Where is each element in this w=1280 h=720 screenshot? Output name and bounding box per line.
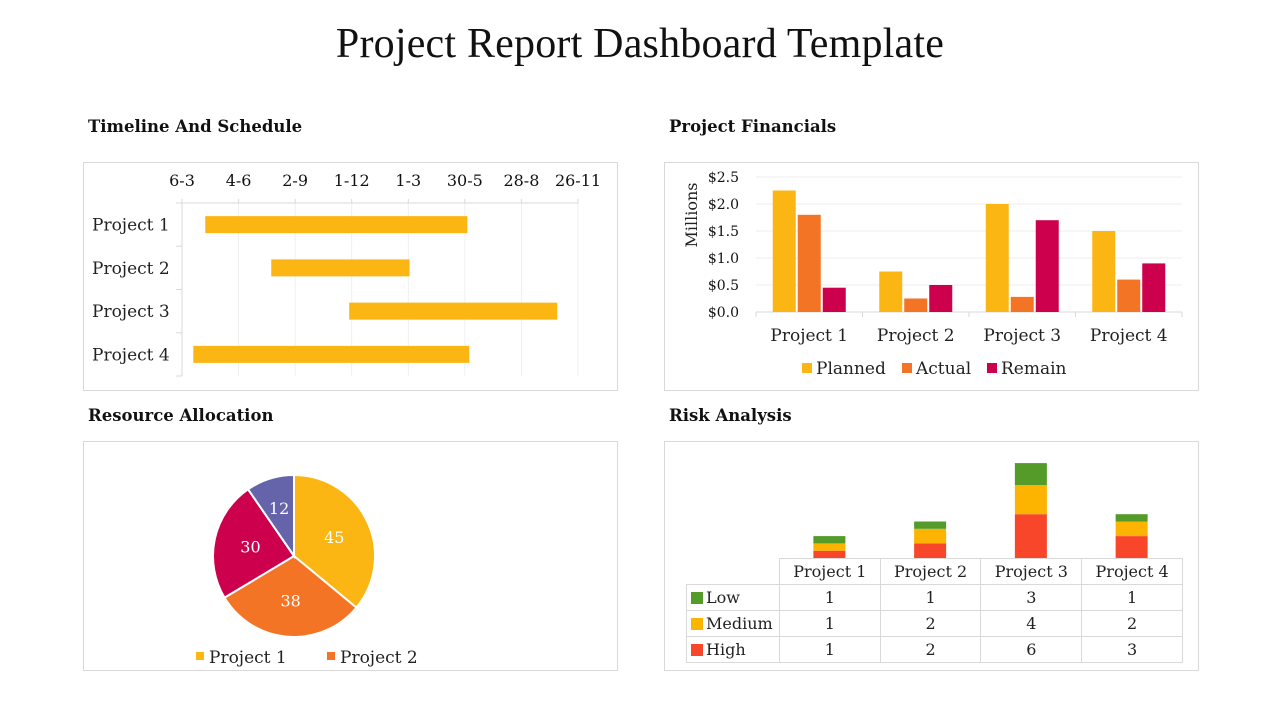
risk-table-cell: 1: [778, 584, 881, 611]
risk-table-cell: 4: [980, 610, 1083, 637]
risk-table-row: High 1 2 6 3: [686, 636, 1183, 663]
risk-bar-low: [1115, 514, 1148, 522]
risk-table-row: Medium 1 2 4 2: [686, 610, 1183, 637]
risk-legend-swatch: [691, 618, 703, 630]
risk-table-cell: 2: [879, 636, 982, 663]
risk-table-row: Low 1 1 3 1: [686, 584, 1183, 611]
risk-data-table: Project 1 Project 2 Project 3 Project 4 Low 1…: [686, 558, 1183, 663]
risk-bar-medium: [1014, 485, 1047, 515]
risk-legend-swatch: [691, 644, 703, 656]
risk-bar-medium: [813, 543, 846, 551]
risk-table-cell: 2: [1081, 610, 1183, 637]
risk-table-cell: 2: [879, 610, 982, 637]
risk-level-name: Medium: [706, 614, 773, 633]
risk-table-cell: 1: [1081, 584, 1183, 611]
risk-table-column-header: Project 2: [879, 558, 982, 585]
risk-bar-low: [813, 536, 846, 544]
risk-level-name: High: [706, 640, 746, 659]
risk-table-cell: 6: [980, 636, 1083, 663]
risk-bar-high: [1014, 514, 1047, 558]
risk-table-corner: [686, 558, 780, 585]
risk-table-cell: 1: [778, 610, 881, 637]
risk-table-row-label: High: [686, 636, 780, 663]
risk-table-cell: 1: [879, 584, 982, 611]
risk-table-header-row: Project 1 Project 2 Project 3 Project 4: [686, 558, 1183, 585]
risk-bar-high: [1115, 536, 1148, 558]
risk-table-row-label: Medium: [686, 610, 780, 637]
risk-table-column-header: Project 4: [1081, 558, 1183, 585]
risk-table-cell: 1: [778, 636, 881, 663]
risk-bar-low: [914, 521, 947, 529]
risk-bar-high: [813, 550, 846, 558]
risk-table-column-header: Project 3: [980, 558, 1083, 585]
risk-table-cell: 3: [980, 584, 1083, 611]
risk-bar-medium: [914, 528, 947, 544]
risk-level-name: Low: [706, 588, 740, 607]
risk-bar-medium: [1115, 521, 1148, 537]
risk-table-column-header: Project 1: [778, 558, 881, 585]
risk-table-cell: 3: [1081, 636, 1183, 663]
risk-table-row-label: Low: [686, 584, 780, 611]
risk-bar-high: [914, 543, 947, 558]
risk-bar-low: [1014, 463, 1047, 485]
risk-legend-swatch: [691, 592, 703, 604]
